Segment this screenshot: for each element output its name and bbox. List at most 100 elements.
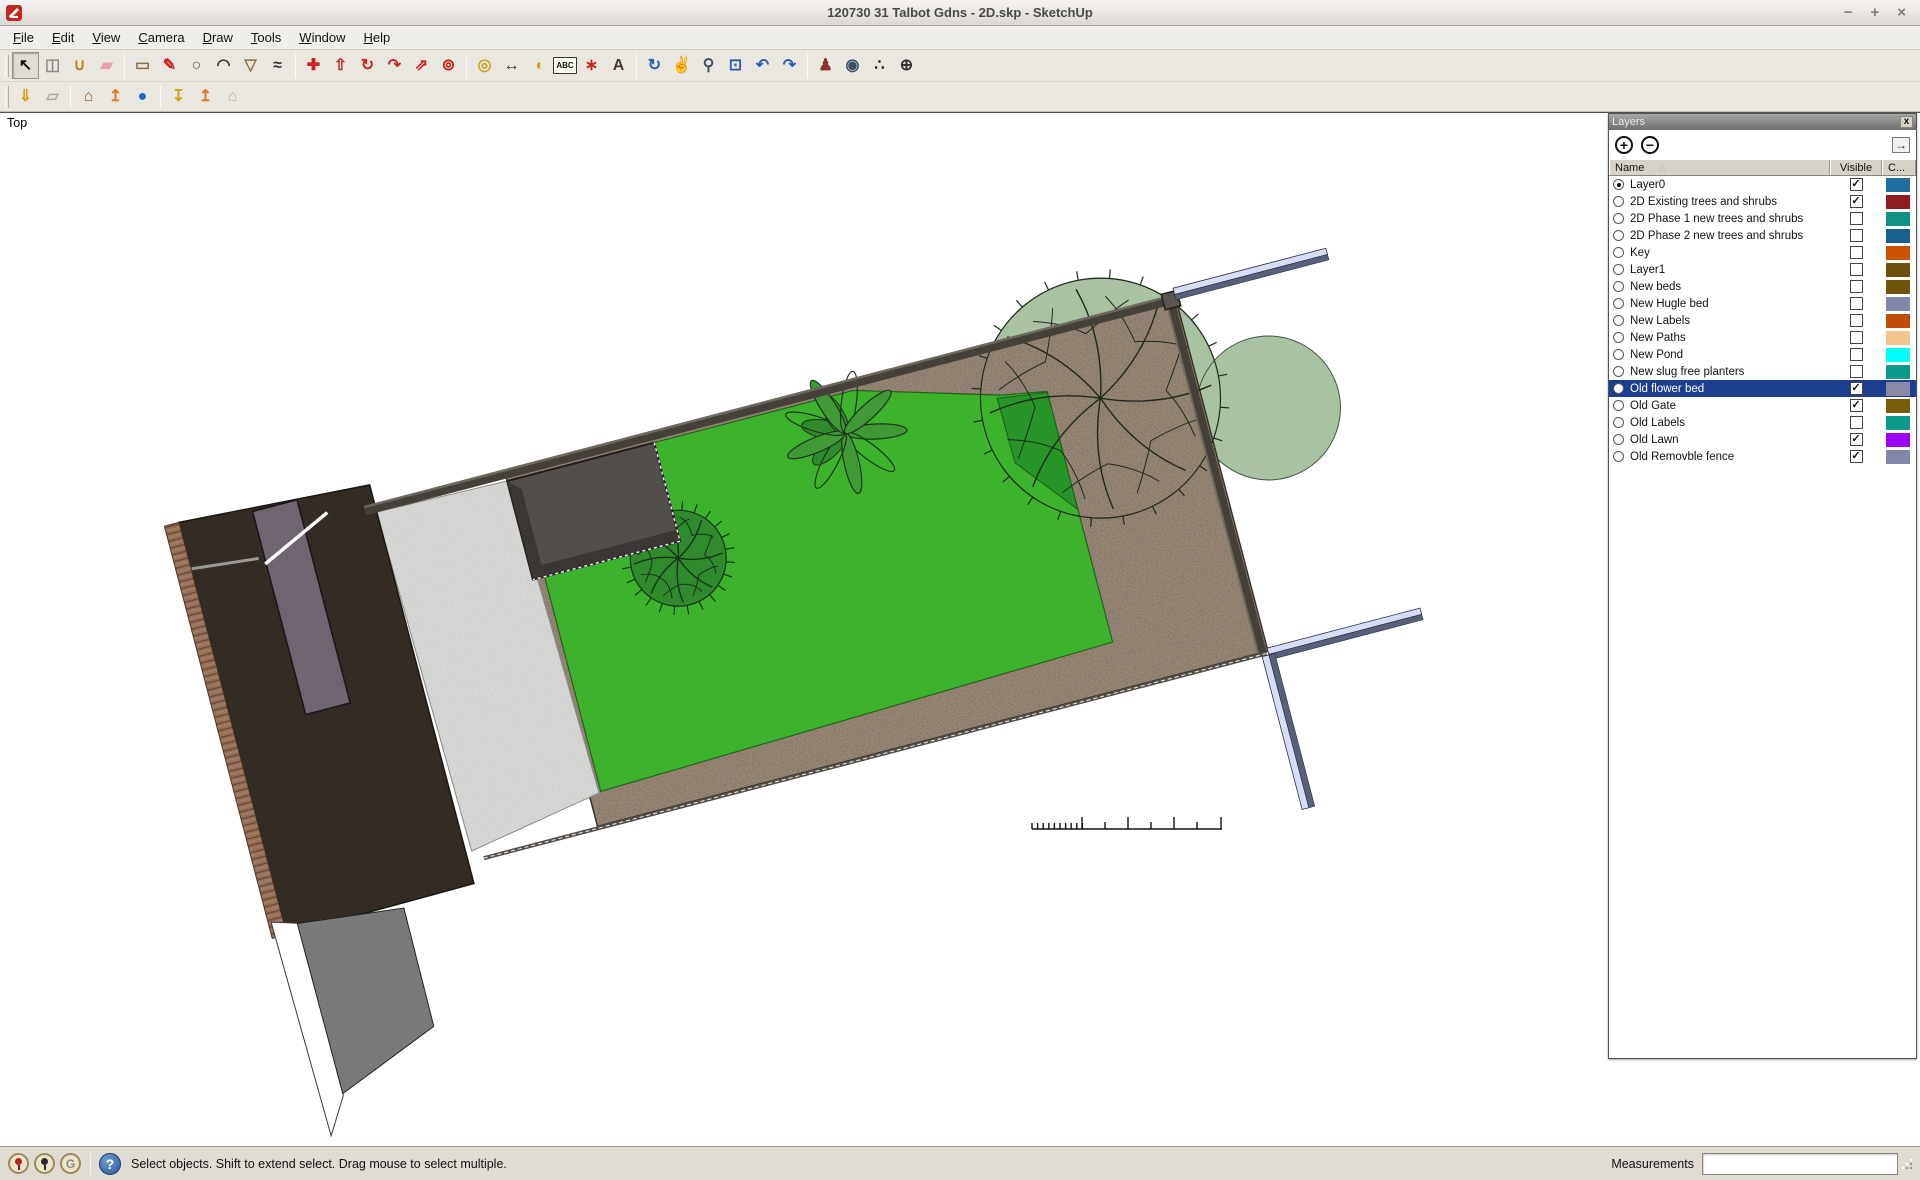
move-tool[interactable]: ✚ xyxy=(300,52,327,79)
layer-row[interactable]: Old Lawn✓ xyxy=(1609,431,1916,448)
layer-current-radio[interactable] xyxy=(1613,383,1624,394)
preview-in-google-earth-button[interactable]: ↥ xyxy=(102,83,129,110)
make-component-tool[interactable]: ◫ xyxy=(39,52,66,79)
maximize-button[interactable]: + xyxy=(1870,5,1879,20)
menu-tools[interactable]: Tools xyxy=(242,28,290,47)
layer-visible-checkbox[interactable] xyxy=(1850,212,1863,225)
layer-visible-checkbox[interactable]: ✓ xyxy=(1850,382,1863,395)
layer-color-swatch[interactable] xyxy=(1886,229,1910,243)
measurements-input[interactable] xyxy=(1702,1153,1898,1175)
layer-row[interactable]: Old flower bed✓ xyxy=(1609,380,1916,397)
layer-row[interactable]: New Hugle bed xyxy=(1609,295,1916,312)
layer-visible-checkbox[interactable] xyxy=(1850,297,1863,310)
layer-color-swatch[interactable] xyxy=(1886,382,1910,396)
toolbar-grip[interactable] xyxy=(5,55,9,77)
layer-row[interactable]: 2D Phase 1 new trees and shrubs xyxy=(1609,210,1916,227)
layer-color-swatch[interactable] xyxy=(1886,331,1910,345)
layer-current-radio[interactable] xyxy=(1613,247,1624,258)
layer-row[interactable]: New Paths xyxy=(1609,329,1916,346)
layer-current-radio[interactable] xyxy=(1613,366,1624,377)
layer-row[interactable]: Layer0✓ xyxy=(1609,176,1916,193)
layer-row[interactable]: Key xyxy=(1609,244,1916,261)
layer-color-swatch[interactable] xyxy=(1886,178,1910,192)
select-tool[interactable]: ↖ xyxy=(12,52,39,79)
compass-tool[interactable]: ⊕ xyxy=(893,52,920,79)
layer-row[interactable]: Old Labels xyxy=(1609,414,1916,431)
freehand-tool[interactable]: ≈ xyxy=(264,52,291,79)
layer-visible-checkbox[interactable] xyxy=(1850,280,1863,293)
layer-row[interactable]: New Pond xyxy=(1609,346,1916,363)
pan-tool[interactable]: ✌ xyxy=(668,52,695,79)
layers-detail-menu-icon[interactable]: → xyxy=(1892,137,1910,153)
layer-current-radio[interactable] xyxy=(1613,281,1624,292)
help-icon[interactable]: ? xyxy=(99,1153,121,1175)
offset-tool[interactable]: ⊚ xyxy=(435,52,462,79)
layer-color-swatch[interactable] xyxy=(1886,399,1910,413)
arc-tool[interactable]: ◠ xyxy=(210,52,237,79)
layers-panel-close-icon[interactable]: x xyxy=(1900,116,1913,128)
layer-visible-checkbox[interactable] xyxy=(1850,365,1863,378)
layer-current-radio[interactable] xyxy=(1613,264,1624,275)
layer-visible-checkbox[interactable]: ✓ xyxy=(1850,195,1863,208)
next-view-tool[interactable]: ↷ xyxy=(776,52,803,79)
layer-current-radio[interactable] xyxy=(1613,451,1624,462)
layer-current-radio[interactable] xyxy=(1613,417,1624,428)
minimize-button[interactable]: − xyxy=(1844,5,1853,20)
layer-color-swatch[interactable] xyxy=(1886,450,1910,464)
follow-me-tool[interactable]: ↷ xyxy=(381,52,408,79)
add-location-button[interactable]: ⇓ xyxy=(12,83,39,110)
layer-visible-checkbox[interactable] xyxy=(1850,416,1863,429)
paint-bucket-tool[interactable]: ∪ xyxy=(66,52,93,79)
3d-text-tool[interactable]: A xyxy=(605,52,632,79)
eraser-tool[interactable]: ▰ xyxy=(93,52,120,79)
look-around-tool[interactable]: ◉ xyxy=(839,52,866,79)
layer-visible-checkbox[interactable]: ✓ xyxy=(1850,178,1863,191)
push-pull-tool[interactable]: ⇧ xyxy=(327,52,354,79)
menu-file[interactable]: File xyxy=(4,28,43,47)
protractor-tool[interactable]: ◖ xyxy=(525,52,552,79)
layer-color-swatch[interactable] xyxy=(1886,195,1910,209)
google-earth-button[interactable]: ● xyxy=(129,83,156,110)
layer-color-swatch[interactable] xyxy=(1886,280,1910,294)
layer-visible-checkbox[interactable] xyxy=(1850,348,1863,361)
layer-row[interactable]: 2D Existing trees and shrubs✓ xyxy=(1609,193,1916,210)
layer-row[interactable]: New Labels xyxy=(1609,312,1916,329)
zoom-tool[interactable]: ⚲ xyxy=(695,52,722,79)
menu-camera[interactable]: Camera xyxy=(129,28,193,47)
layer-visible-checkbox[interactable]: ✓ xyxy=(1850,399,1863,412)
layer-current-radio[interactable] xyxy=(1613,400,1624,411)
layer-color-swatch[interactable] xyxy=(1886,263,1910,277)
walk-tool[interactable]: ∴ xyxy=(866,52,893,79)
layer-current-radio[interactable] xyxy=(1613,349,1624,360)
photo-textures-button[interactable]: ⌂ xyxy=(75,83,102,110)
close-button[interactable]: × xyxy=(1897,5,1906,20)
polygon-tool[interactable]: ▽ xyxy=(237,52,264,79)
rectangle-tool[interactable]: ▭ xyxy=(129,52,156,79)
position-camera-tool[interactable]: ♟ xyxy=(812,52,839,79)
menu-draw[interactable]: Draw xyxy=(194,28,242,47)
layer-visible-checkbox[interactable]: ✓ xyxy=(1850,433,1863,446)
column-header-color[interactable]: C... xyxy=(1882,160,1916,175)
layer-row[interactable]: Old Gate✓ xyxy=(1609,397,1916,414)
scale-tool[interactable]: ⇗ xyxy=(408,52,435,79)
layer-color-swatch[interactable] xyxy=(1886,297,1910,311)
text-tool[interactable]: ABC xyxy=(553,57,577,74)
layer-current-radio[interactable] xyxy=(1613,332,1624,343)
dimension-tool[interactable]: ↔ xyxy=(498,52,525,79)
share-model-button[interactable]: ↥ xyxy=(192,83,219,110)
layer-color-swatch[interactable] xyxy=(1886,433,1910,447)
layer-color-swatch[interactable] xyxy=(1886,348,1910,362)
remove-layer-button[interactable]: − xyxy=(1641,136,1659,154)
layer-row[interactable]: Old Removble fence✓ xyxy=(1609,448,1916,465)
circle-tool[interactable]: ○ xyxy=(183,52,210,79)
line-tool[interactable]: ✎ xyxy=(156,52,183,79)
menu-view[interactable]: View xyxy=(83,28,129,47)
layer-color-swatch[interactable] xyxy=(1886,314,1910,328)
layer-row[interactable]: New beds xyxy=(1609,278,1916,295)
modeling-viewport[interactable]: Top xyxy=(0,112,1920,1146)
resize-grip[interactable] xyxy=(1902,1159,1912,1169)
layer-color-swatch[interactable] xyxy=(1886,246,1910,260)
menu-window[interactable]: Window xyxy=(290,28,354,47)
layer-visible-checkbox[interactable] xyxy=(1850,229,1863,242)
layer-visible-checkbox[interactable]: ✓ xyxy=(1850,450,1863,463)
